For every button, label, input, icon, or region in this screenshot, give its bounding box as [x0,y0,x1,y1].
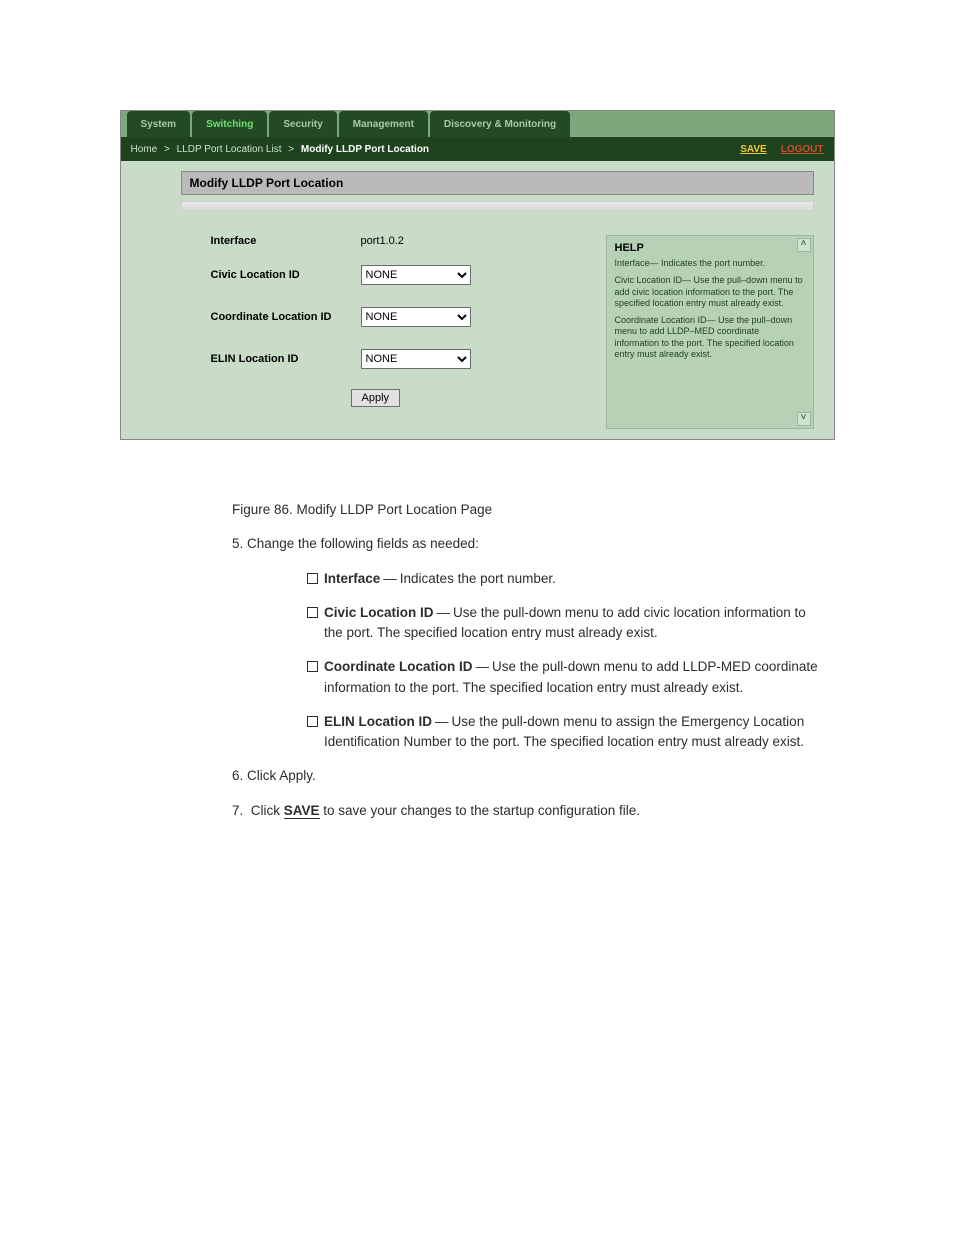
scroll-down-icon[interactable]: ˅ [797,412,811,426]
civic-location-select[interactable]: NONE [361,265,471,285]
top-nav: System Switching Security Management Dis… [121,111,834,137]
figure-caption: Figure 86. Modify LLDP Port Location Pag… [232,500,827,520]
help-interface: Interface— Indicates the port number. [615,258,805,269]
step-6: 6. Click Apply. [232,766,827,786]
save-link[interactable]: SAVE [740,144,767,155]
bullet-elin: ELIN Location ID—Use the pull-down menu … [272,712,827,753]
apply-button[interactable]: Apply [351,389,401,407]
interface-value: port1.0.2 [361,235,404,247]
nav-tab-system[interactable]: System [127,111,191,137]
document-body: Figure 86. Modify LLDP Port Location Pag… [272,500,827,821]
civic-location-label: Civic Location ID [211,269,351,281]
help-panel: ˄ HELP Interface— Indicates the port num… [606,235,814,429]
scroll-up-icon[interactable]: ˄ [797,238,811,252]
help-coordinate: Coordinate Location ID— Use the pull–dow… [615,315,805,360]
step-7: 7. Click SAVE to save your changes to th… [232,801,827,821]
breadcrumb-sep: > [161,144,172,155]
nav-tab-management[interactable]: Management [339,111,428,137]
bullet-interface: Interface—Indicates the port number. [272,569,827,589]
logout-link[interactable]: LOGOUT [781,144,824,155]
coordinate-location-select[interactable]: NONE [361,307,471,327]
nav-tab-security[interactable]: Security [269,111,336,137]
elin-location-select[interactable]: NONE [361,349,471,369]
bullet-coordinate: Coordinate Location ID—Use the pull-down… [272,657,827,698]
help-title: HELP [615,242,805,254]
main-panel: Modify LLDP Port Location Interface port… [181,171,814,429]
panel-strip [181,201,814,211]
breadcrumb-home[interactable]: Home [131,144,158,155]
breadcrumb-sep: > [285,144,296,155]
nav-tab-discovery[interactable]: Discovery & Monitoring [430,111,570,137]
interface-label: Interface [211,235,351,247]
breadcrumb-list[interactable]: LLDP Port Location List [177,144,282,155]
panel-title: Modify LLDP Port Location [181,171,814,195]
bullet-civic: Civic Location ID—Use the pull-down menu… [272,603,827,644]
app-window: System Switching Security Management Dis… [120,110,835,440]
help-civic: Civic Location ID— Use the pull–down men… [615,275,805,309]
elin-location-label: ELIN Location ID [211,353,351,365]
breadcrumb-current: Modify LLDP Port Location [301,144,429,155]
nav-tab-switching[interactable]: Switching [192,111,267,137]
breadcrumb-bar: Home > LLDP Port Location List > Modify … [121,137,834,161]
step-5: 5. Change the following fields as needed… [232,534,827,554]
coordinate-location-label: Coordinate Location ID [211,311,351,323]
